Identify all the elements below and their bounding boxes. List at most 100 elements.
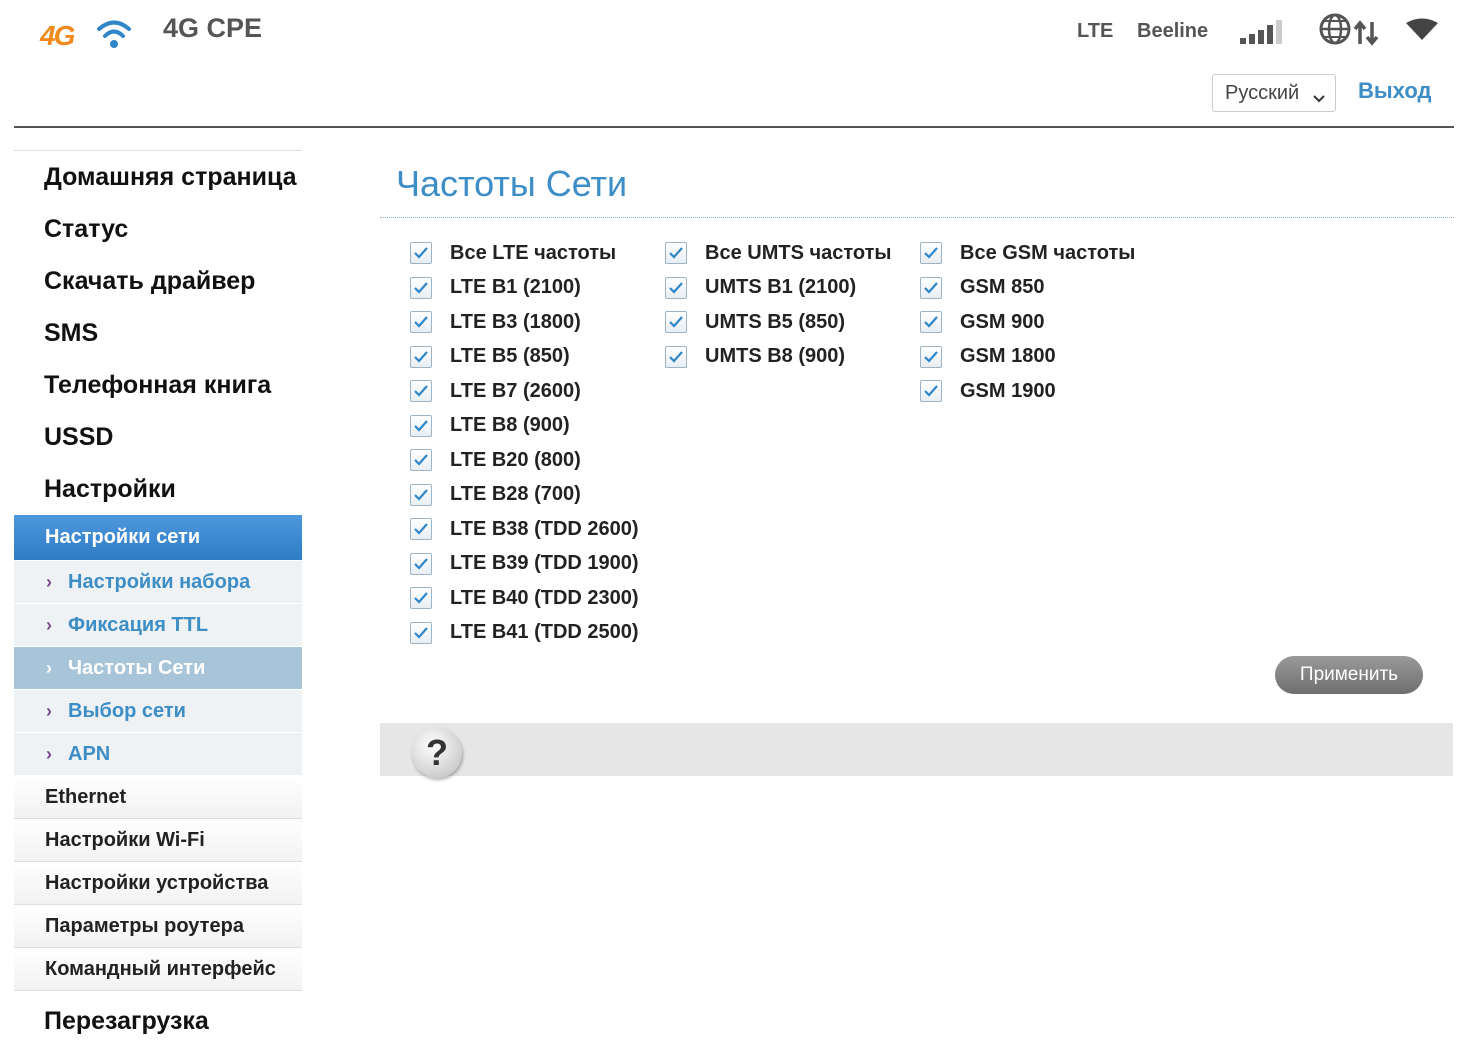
lte-band-label: LTE B5 (850) — [450, 345, 570, 368]
lte-band-checkbox[interactable] — [410, 587, 432, 610]
lte-band-label: LTE B7 (2600) — [450, 379, 581, 402]
lte-band-checkbox[interactable] — [410, 276, 432, 299]
nav-router-params[interactable]: Параметры роутера — [14, 905, 302, 948]
checkmark-icon — [414, 454, 428, 466]
checkmark-icon — [414, 558, 428, 570]
lte-band-label: LTE B8 (900) — [450, 414, 570, 437]
gsm-band-label: GSM 900 — [960, 310, 1045, 333]
lte-band-checkbox[interactable] — [410, 345, 432, 368]
lte-band-checkbox[interactable] — [410, 414, 432, 437]
subnav-label: Частоты Сети — [68, 657, 206, 679]
gsm-band-checkbox[interactable] — [920, 311, 942, 334]
logo-4g-text: 4G — [40, 20, 75, 51]
header-divider — [14, 126, 1454, 128]
umts-band-label: UMTS B8 (900) — [705, 345, 846, 368]
lte-band-checkbox[interactable] — [410, 552, 432, 575]
nav-reboot[interactable]: Перезагрузка — [14, 995, 302, 1047]
lte-band-row: LTE B28 (700) — [410, 478, 639, 513]
subnav-apn[interactable]: › APN — [14, 733, 302, 776]
nav-ethernet[interactable]: Ethernet — [14, 776, 302, 819]
lte-band-row: LTE B1 (2100) — [410, 271, 639, 306]
checkmark-icon — [924, 351, 938, 363]
sidebar-nav: Домашняя страница Статус Скачать драйвер… — [14, 150, 302, 1047]
wifi-status-icon — [1405, 18, 1439, 45]
lte-band-checkbox[interactable] — [410, 311, 432, 334]
operator-name: Beeline — [1137, 20, 1209, 42]
chevron-right-icon: › — [46, 572, 52, 592]
gsm-band-row: Все GSM частоты — [920, 236, 1135, 271]
nav-settings[interactable]: Настройки — [14, 463, 302, 515]
checkmark-icon — [669, 351, 683, 363]
gsm-band-checkbox[interactable] — [920, 380, 942, 403]
internet-connection-icon — [1318, 12, 1382, 53]
lte-band-checkbox[interactable] — [410, 483, 432, 506]
nav-download-driver[interactable]: Скачать драйвер — [14, 255, 302, 307]
lte-band-label: LTE B3 (1800) — [450, 310, 581, 333]
logout-link[interactable]: Выход — [1358, 78, 1431, 104]
umts-band-row: UMTS B1 (2100) — [665, 271, 891, 306]
gsm-band-row: GSM 850 — [920, 271, 1135, 306]
gsm-band-checkbox[interactable] — [920, 242, 942, 265]
lte-band-label: LTE B39 (TDD 1900) — [450, 552, 639, 575]
nav-sms[interactable]: SMS — [14, 307, 302, 359]
umts-band-row: UMTS B8 (900) — [665, 340, 891, 375]
lte-band-row: Все LTE частоты — [410, 236, 639, 271]
lte-band-checkbox[interactable] — [410, 380, 432, 403]
lte-band-checkbox[interactable] — [410, 518, 432, 541]
help-icon[interactable]: ? — [412, 728, 462, 778]
nav-phonebook[interactable]: Телефонная книга — [14, 359, 302, 411]
gsm-band-row: GSM 1900 — [920, 374, 1135, 409]
nav-command-interface[interactable]: Командный интерфейс — [14, 948, 302, 991]
subnav-label: Настройки набора — [68, 571, 251, 593]
help-bar: ? — [380, 723, 1453, 778]
language-select[interactable]: Русский — [1212, 74, 1336, 112]
gsm-band-row: GSM 1800 — [920, 340, 1135, 375]
gsm-band-label: Все GSM частоты — [960, 241, 1136, 264]
nav-ussd[interactable]: USSD — [14, 411, 302, 463]
checkmark-icon — [414, 385, 428, 397]
nav-status[interactable]: Статус — [14, 203, 302, 255]
chevron-down-icon — [1312, 87, 1326, 110]
nav-network-settings[interactable]: Настройки сети — [14, 515, 302, 561]
gsm-band-checkbox[interactable] — [920, 276, 942, 299]
umts-band-checkbox[interactable] — [665, 311, 687, 334]
gsm-band-label: GSM 1800 — [960, 345, 1056, 368]
checkmark-icon — [669, 316, 683, 328]
logo-wifi-icon — [94, 14, 134, 55]
product-name: 4G CPE — [163, 13, 263, 43]
checkmark-icon — [414, 627, 428, 639]
subnav-label: Выбор сети — [68, 700, 186, 722]
lte-band-checkbox[interactable] — [410, 449, 432, 472]
umts-band-label: UMTS B5 (850) — [705, 310, 846, 333]
lte-band-row: LTE B40 (TDD 2300) — [410, 581, 639, 616]
nav-wifi-settings[interactable]: Настройки Wi-Fi — [14, 819, 302, 862]
umts-band-checkbox[interactable] — [665, 276, 687, 299]
checkmark-icon — [924, 385, 938, 397]
gsm-bands-column: Все GSM частоты GSM 850 GSM 900 GSM 1800 GSM… — [920, 236, 1135, 409]
lte-band-checkbox[interactable] — [410, 242, 432, 265]
title-divider — [380, 217, 1454, 218]
umts-band-checkbox[interactable] — [665, 345, 687, 368]
gsm-band-checkbox[interactable] — [920, 345, 942, 368]
umts-band-label: UMTS B1 (2100) — [705, 276, 857, 299]
subnav-network-bands[interactable]: › Частоты Сети — [14, 647, 302, 690]
nav-device-settings[interactable]: Настройки устройства — [14, 862, 302, 905]
network-type: LTE — [1077, 20, 1114, 42]
umts-band-row: UMTS B5 (850) — [665, 305, 891, 340]
subnav-network-select[interactable]: › Выбор сети — [14, 690, 302, 733]
apply-button[interactable]: Применить — [1275, 656, 1423, 694]
lte-bands-column: Все LTE частоты LTE B1 (2100) LTE B3 (1800… — [410, 236, 639, 650]
lte-band-label: LTE B40 (TDD 2300) — [450, 586, 639, 609]
lte-band-label: LTE B28 (700) — [450, 483, 581, 506]
nav-home[interactable]: Домашняя страница — [14, 151, 302, 203]
chevron-right-icon: › — [46, 701, 52, 721]
lte-band-checkbox[interactable] — [410, 621, 432, 644]
chevron-right-icon: › — [46, 744, 52, 764]
chevron-right-icon: › — [46, 615, 52, 635]
umts-band-checkbox[interactable] — [665, 242, 687, 265]
subnav-dial-settings[interactable]: › Настройки набора — [14, 561, 302, 604]
checkmark-icon — [669, 282, 683, 294]
language-value: Русский — [1225, 82, 1300, 104]
brand-logo: 4G — [40, 12, 140, 52]
subnav-ttl-fix[interactable]: › Фиксация TTL — [14, 604, 302, 647]
